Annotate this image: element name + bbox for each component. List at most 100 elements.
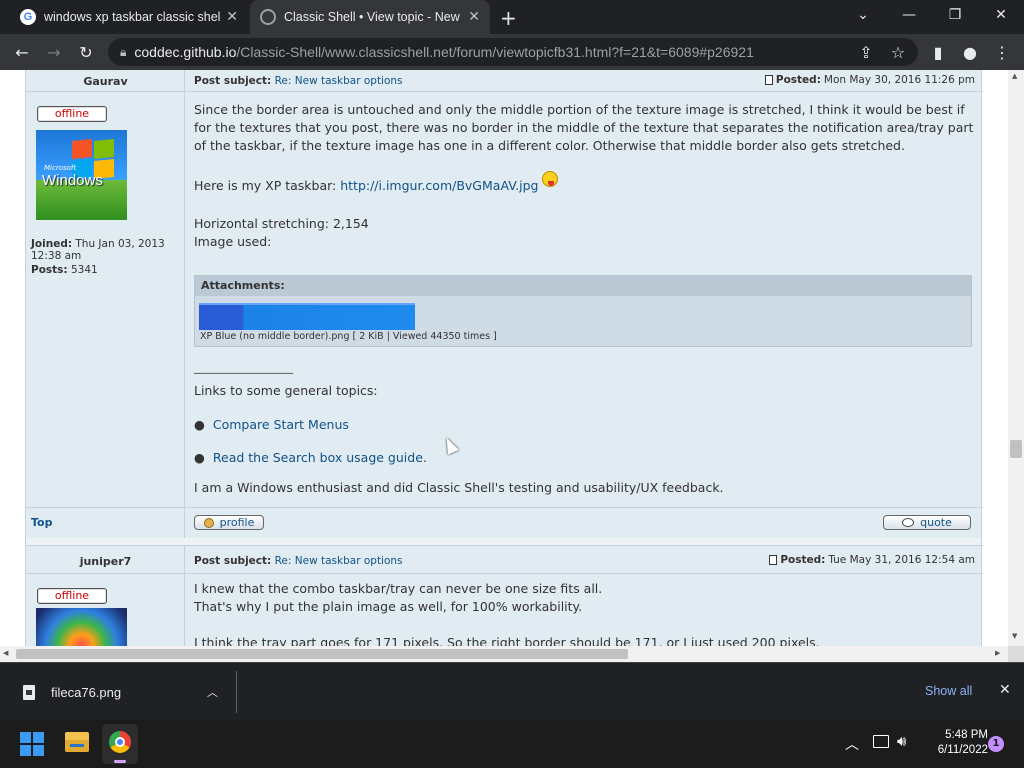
avatar-microsoft-text: Microsoft xyxy=(44,164,77,172)
post-juniper7: juniper7 Post subject: Re: New taskbar o… xyxy=(25,545,983,646)
post-paragraph: Since the border area is untouched and o… xyxy=(194,102,974,153)
author-name[interactable]: Gaurav xyxy=(26,75,185,88)
profile-button[interactable]: profile xyxy=(194,515,264,530)
top-link[interactable]: Top xyxy=(31,516,52,529)
menu-kebab-icon[interactable]: ⋮ xyxy=(988,34,1016,70)
post-header: Gaurav Post subject: Re: New taskbar opt… xyxy=(26,70,983,92)
divider xyxy=(236,671,237,713)
tongue-smiley-icon xyxy=(542,171,559,187)
horizontal-scroll-thumb[interactable] xyxy=(16,649,628,659)
address-bar[interactable]: 🔒︎ coddec.github.io/Classic-Shell/www.cl… xyxy=(108,38,918,66)
tab-search-icon[interactable]: ⌄ xyxy=(840,0,886,30)
show-all-button[interactable]: Show all xyxy=(925,684,972,698)
posted-date: Posted: Tue May 31, 2016 12:54 am xyxy=(769,554,975,566)
post-header: juniper7 Post subject: Re: New taskbar o… xyxy=(26,545,983,574)
tab-classic-shell[interactable]: Classic Shell • View topic - New t ✕ xyxy=(250,0,490,34)
network-icon[interactable] xyxy=(873,735,889,748)
new-tab-button[interactable]: + xyxy=(500,6,517,30)
close-tab-icon[interactable]: ✕ xyxy=(468,9,480,25)
lock-icon: 🔒︎ xyxy=(120,44,127,59)
offline-badge: offline xyxy=(37,588,107,604)
close-window-button[interactable]: ✕ xyxy=(978,0,1024,30)
subject-link[interactable]: Re: New taskbar options xyxy=(275,555,403,567)
restore-button[interactable]: ❐ xyxy=(932,0,978,30)
forward-icon[interactable]: → xyxy=(40,34,68,70)
tab-strip: G windows xp taskbar classic shell - ✕ C… xyxy=(0,0,1024,34)
attachment-thumbnail[interactable] xyxy=(199,303,415,330)
horizontal-scrollbar[interactable]: ◀ ▶ xyxy=(0,646,1008,662)
stretch-line: Horizontal stretching: 2,154 xyxy=(194,216,369,231)
search-box-guide-link[interactable]: Read the Search box usage guide. xyxy=(213,450,427,465)
file-icon xyxy=(23,684,35,700)
author-postcount: Posts: 5341 xyxy=(31,264,98,276)
avatar xyxy=(36,608,127,646)
bullet-icon: ● xyxy=(194,417,205,432)
bullet-icon: ● xyxy=(194,450,205,465)
bookmark-star-icon[interactable]: ☆ xyxy=(884,34,912,70)
image-used-label: Image used: xyxy=(194,234,272,249)
notification-badge[interactable]: 1 xyxy=(988,736,1004,752)
chevron-up-icon[interactable]: ︿ xyxy=(845,734,859,754)
posted-date: Posted: Mon May 30, 2016 11:26 pm xyxy=(764,74,975,86)
scroll-left-icon[interactable]: ◀ xyxy=(3,649,8,657)
post-icon xyxy=(769,555,778,565)
active-indicator xyxy=(114,760,126,763)
profile-icon[interactable]: ● xyxy=(956,34,984,70)
xp-taskbar-link[interactable]: http://i.imgur.com/BvGMaAV.jpg xyxy=(340,178,538,193)
download-item[interactable]: fileca76.png ︿ xyxy=(12,669,232,715)
scroll-up-icon[interactable]: ▲ xyxy=(1012,72,1017,80)
url-host: coddec.github.io xyxy=(134,44,237,60)
quote-bubble-icon xyxy=(902,518,915,527)
link-item: ● Read the Search box usage guide. xyxy=(194,449,974,467)
clock[interactable]: 5:48 PM 6/11/2022 xyxy=(922,728,988,758)
attachments-title: Attachments: xyxy=(195,276,971,296)
tab-title: windows xp taskbar classic shell - xyxy=(44,10,220,24)
close-download-bar-icon[interactable]: ✕ xyxy=(999,682,1011,698)
post-line: That's why I put the plain image as well… xyxy=(194,599,583,614)
scroll-down-icon[interactable]: ▼ xyxy=(1012,632,1017,640)
browser-toolbar: ← → ↻ 🔒︎ coddec.github.io/Classic-Shell/… xyxy=(0,34,1024,70)
page-viewport: Gaurav Post subject: Re: New taskbar opt… xyxy=(0,70,1008,646)
post-line: I think the tray part goes for 171 pixel… xyxy=(194,635,820,646)
scrollbar-corner xyxy=(1008,646,1024,662)
subject-link[interactable]: Re: New taskbar options xyxy=(275,75,403,87)
xp-taskbar-line: Here is my XP taskbar: http://i.imgur.co… xyxy=(194,171,974,195)
windows-taskbar: ︿ 🔊︎ 5:48 PM 6/11/2022 1 xyxy=(0,720,1024,768)
chrome-icon xyxy=(109,731,131,753)
side-panel-icon[interactable]: ▮ xyxy=(924,34,952,70)
scroll-right-icon[interactable]: ▶ xyxy=(995,649,1000,657)
compare-start-menus-link[interactable]: Compare Start Menus xyxy=(213,417,349,432)
avatar: Microsoft Windows xyxy=(36,130,127,220)
share-icon[interactable]: ⇪ xyxy=(852,34,880,70)
clock-date: 6/11/2022 xyxy=(937,744,988,756)
vertical-scroll-thumb[interactable] xyxy=(1010,440,1022,458)
close-tab-icon[interactable]: ✕ xyxy=(226,9,238,25)
quote-button[interactable]: quote xyxy=(883,515,971,530)
post-subject: Post subject: Re: New taskbar options xyxy=(194,75,403,87)
volume-icon[interactable]: 🔊︎ xyxy=(897,732,906,750)
back-icon[interactable]: ← xyxy=(8,34,36,70)
post-gaurav: Gaurav Post subject: Re: New taskbar opt… xyxy=(25,70,983,538)
file-explorer-icon[interactable] xyxy=(65,732,89,752)
tab-google-search[interactable]: G windows xp taskbar classic shell - ✕ xyxy=(8,0,248,34)
post-footer: Top profile quote xyxy=(26,507,983,538)
url-path: /Classic-Shell/www.classicshell.net/foru… xyxy=(236,44,754,60)
links-intro: Links to some general topics: xyxy=(194,383,378,398)
chrome-taskbar-button[interactable] xyxy=(102,724,138,764)
tab-title: Classic Shell • View topic - New t xyxy=(284,10,462,24)
vertical-scrollbar[interactable]: ▲ ▼ xyxy=(1008,70,1024,646)
reload-icon[interactable]: ↻ xyxy=(72,34,100,70)
avatar-windows-text: Windows xyxy=(42,172,103,189)
post-separator xyxy=(25,538,982,545)
start-windows-icon[interactable] xyxy=(20,732,44,756)
download-bar: fileca76.png ︿ Show all ✕ xyxy=(0,662,1024,720)
post-icon xyxy=(764,75,773,85)
author-joined: Joined: Thu Jan 03, 2013 12:38 am xyxy=(31,238,165,262)
link-item: ● Compare Start Menus xyxy=(194,416,974,434)
signature-rule: __________________ xyxy=(194,361,293,374)
chevron-up-icon[interactable]: ︿ xyxy=(207,684,218,700)
globe-icon xyxy=(260,9,276,25)
attachment-caption: XP Blue (no middle border).png [ 2 KiB |… xyxy=(200,331,497,342)
author-name[interactable]: juniper7 xyxy=(26,555,185,568)
minimize-button[interactable]: — xyxy=(886,0,932,30)
